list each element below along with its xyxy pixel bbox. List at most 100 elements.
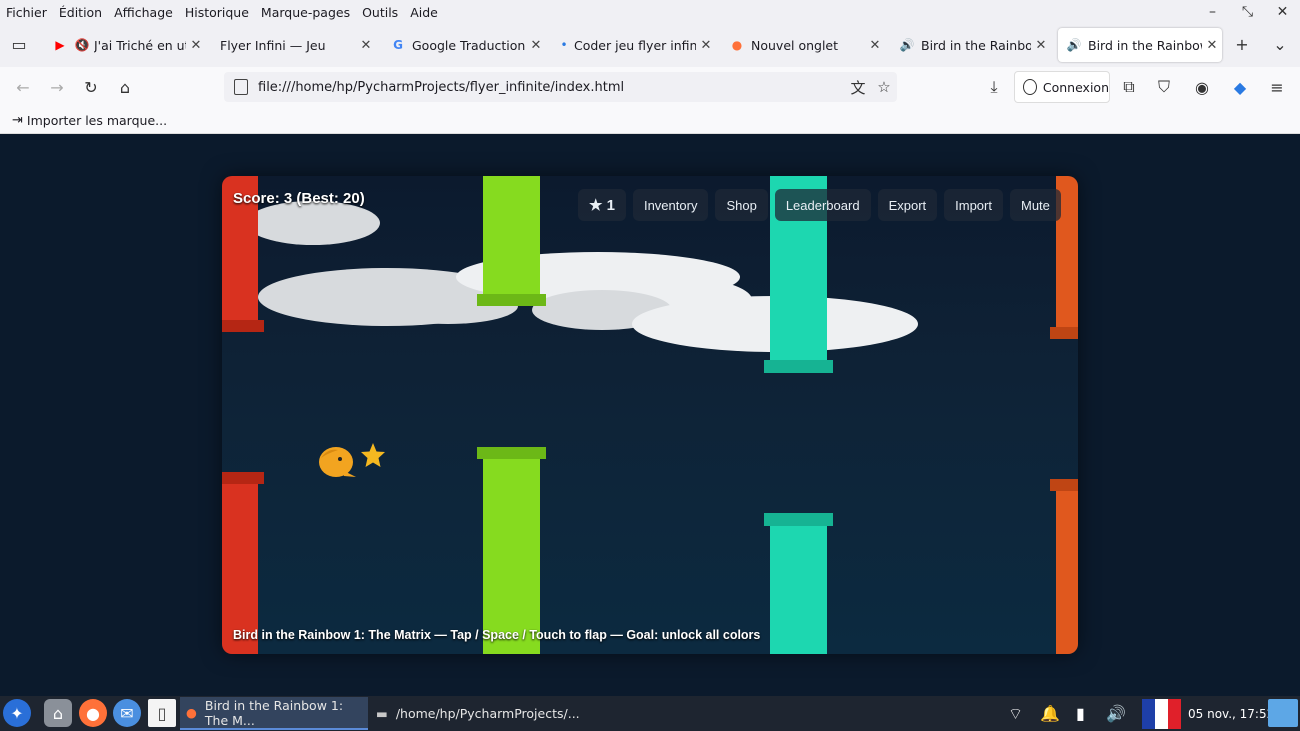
navigation-bar: ← → ↻ ⌂ file:///home/hp/PycharmProjects/… [0,67,1300,107]
green-pipe-cap [477,294,546,306]
mute-button[interactable]: Mute [1009,189,1061,221]
import-button[interactable]: Import [944,189,1003,221]
tab-3[interactable]: G Google Traduction ✕ [382,28,546,62]
score-display: Score: 3 (Best: 20) [233,190,365,207]
close-tab-icon[interactable]: ✕ [1031,38,1051,53]
forward-arrow-icon[interactable]: → [45,75,69,99]
bell-icon[interactable]: 🔔 [1040,696,1060,731]
start-menu-icon[interactable]: ✦ [3,699,31,727]
game-canvas[interactable]: Score: 3 (Best: 20) ★ 1 Inventory Shop L… [222,176,1078,654]
new-tab-icon[interactable]: + [1230,32,1254,56]
firefox-icon: ● [731,38,743,52]
menu-aide[interactable]: Aide [404,5,444,20]
cloud [246,201,380,245]
bookmarks-bar: ⇥ Importer les marque... [0,107,1300,134]
translate-icon[interactable]: 文 [845,77,871,98]
close-window-button[interactable]: ✕ [1265,4,1300,20]
stars-counter: ★ 1 [578,189,626,221]
shop-button[interactable]: Shop [715,189,768,221]
hamburger-menu-icon[interactable]: ≡ [1265,75,1289,99]
french-flag-icon[interactable] [1142,696,1181,731]
tab-label: J'ai Triché en utilis [94,37,186,53]
bird [319,447,356,477]
close-tab-icon[interactable]: ✕ [186,38,206,53]
close-tab-icon[interactable]: ✕ [1202,38,1222,53]
minimize-button[interactable]: – [1195,4,1230,20]
download-icon[interactable]: ⤓ [982,75,1006,99]
menu-affichage[interactable]: Affichage [108,5,179,20]
login-button[interactable]: Connexion [1014,71,1110,103]
menu-historique[interactable]: Historique [179,5,255,20]
close-tab-icon[interactable]: ✕ [526,38,546,53]
page-icon [234,79,248,95]
back-arrow-icon[interactable]: ← [11,75,35,99]
green-pipe-top [483,176,540,294]
url-text[interactable]: file:///home/hp/PycharmProjects/flyer_in… [258,80,845,95]
speaker-icon[interactable]: 🔊 [899,37,915,53]
task-label: Bird in the Rainbow 1: The M... [204,697,344,728]
tab-7-active[interactable]: 🔊 Bird in the Rainbow ✕ [1058,28,1222,62]
close-tab-icon[interactable]: ✕ [356,38,376,53]
chevron-down-icon[interactable]: ⌄ [1268,32,1292,56]
wifi-icon[interactable]: ⌔ [1008,696,1023,731]
speaker-icon[interactable]: 🔊 [1066,37,1082,53]
tab-label: Bird in the Rainbow [1088,37,1202,53]
restore-button[interactable]: ⤡ [1230,4,1265,20]
extensions-icon[interactable]: ⧉ [1117,75,1141,99]
taskbar: ✦ ⌂ ● ✉ ▯ ● Bird in the Rainbow 1: The M… [0,696,1300,731]
tab-6[interactable]: 🔊 Bird in the Rainbow ✕ [891,28,1051,62]
reload-icon[interactable]: ↻ [79,75,103,99]
circle-extension-icon[interactable]: ◉ [1190,75,1214,99]
import-bookmarks-link[interactable]: Importer les marque... [27,113,167,128]
text-editor-icon[interactable]: ▯ [148,699,176,727]
menu-edition[interactable]: Édition [53,5,108,20]
task-file-manager[interactable]: ▬ /home/hp/PycharmProjects/... [370,697,580,730]
close-tab-icon[interactable]: ✕ [696,38,716,53]
orange-pipe-bottom [1056,491,1078,654]
inventory-button[interactable]: Inventory [632,189,709,221]
home-icon[interactable]: ⌂ [113,75,137,99]
mail-icon[interactable]: ✉ [113,699,141,727]
teal-pipe-cap [764,360,833,373]
menu-outils[interactable]: Outils [356,5,404,20]
desktop-icon[interactable] [1268,699,1298,727]
menu-fichier[interactable]: Fichier [0,5,53,20]
tab-2[interactable]: Flyer Infini — Jeu ✕ [212,28,376,62]
tab-label: Bird in the Rainbow [921,37,1031,53]
volume-icon[interactable]: 🔊 [1106,696,1126,731]
teal-pipe-cap [764,513,833,526]
shield-icon[interactable]: ⛉ [1152,75,1176,99]
tab-4[interactable]: • Coder jeu flyer infini ✕ [552,28,716,62]
tab-label: Coder jeu flyer infini [574,37,696,53]
tab-overview-icon[interactable]: ▭ [7,32,31,56]
muted-icon[interactable]: 🔇 [74,37,90,53]
green-pipe-bottom [483,459,540,654]
tab-label: Nouvel onglet [751,37,839,53]
import-icon: ⇥ [12,112,23,128]
star-pickup-icon [361,443,385,467]
export-button[interactable]: Export [877,189,938,221]
battery-icon[interactable]: ▮ [1076,696,1085,731]
menu-bar: Fichier Édition Affichage Historique Mar… [0,0,1300,24]
file-manager-icon[interactable]: ⌂ [44,699,72,727]
url-bar[interactable]: file:///home/hp/PycharmProjects/flyer_in… [224,72,897,102]
task-firefox[interactable]: ● Bird in the Rainbow 1: The M... [180,697,368,730]
window-controls: – ⤡ ✕ [1195,0,1300,24]
close-tab-icon[interactable]: ✕ [865,38,885,53]
teal-pipe-bottom [770,526,827,654]
account-icon [1023,79,1037,95]
login-label: Connexion [1042,79,1109,95]
diamond-extension-icon[interactable]: ◆ [1228,75,1252,99]
tab-1[interactable]: ▶ 🔇 J'ai Triché en utilis ✕ [44,28,206,62]
bookmark-star-icon[interactable]: ☆ [871,78,897,96]
tab-5[interactable]: ● Nouvel onglet ✕ [721,28,885,62]
clock[interactable]: 05 nov., 17:52 [1188,696,1274,731]
folder-icon: ▬ [376,706,388,721]
orange-pipe-cap [1050,327,1078,339]
menu-marque-pages[interactable]: Marque-pages [255,5,356,20]
firefox-icon[interactable]: ● [79,699,107,727]
game-instructions: Bird in the Rainbow 1: The Matrix — Tap … [233,628,761,642]
leaderboard-button[interactable]: Leaderboard [774,189,871,221]
red-pipe-cap [222,472,264,484]
google-translate-icon: G [393,38,403,52]
